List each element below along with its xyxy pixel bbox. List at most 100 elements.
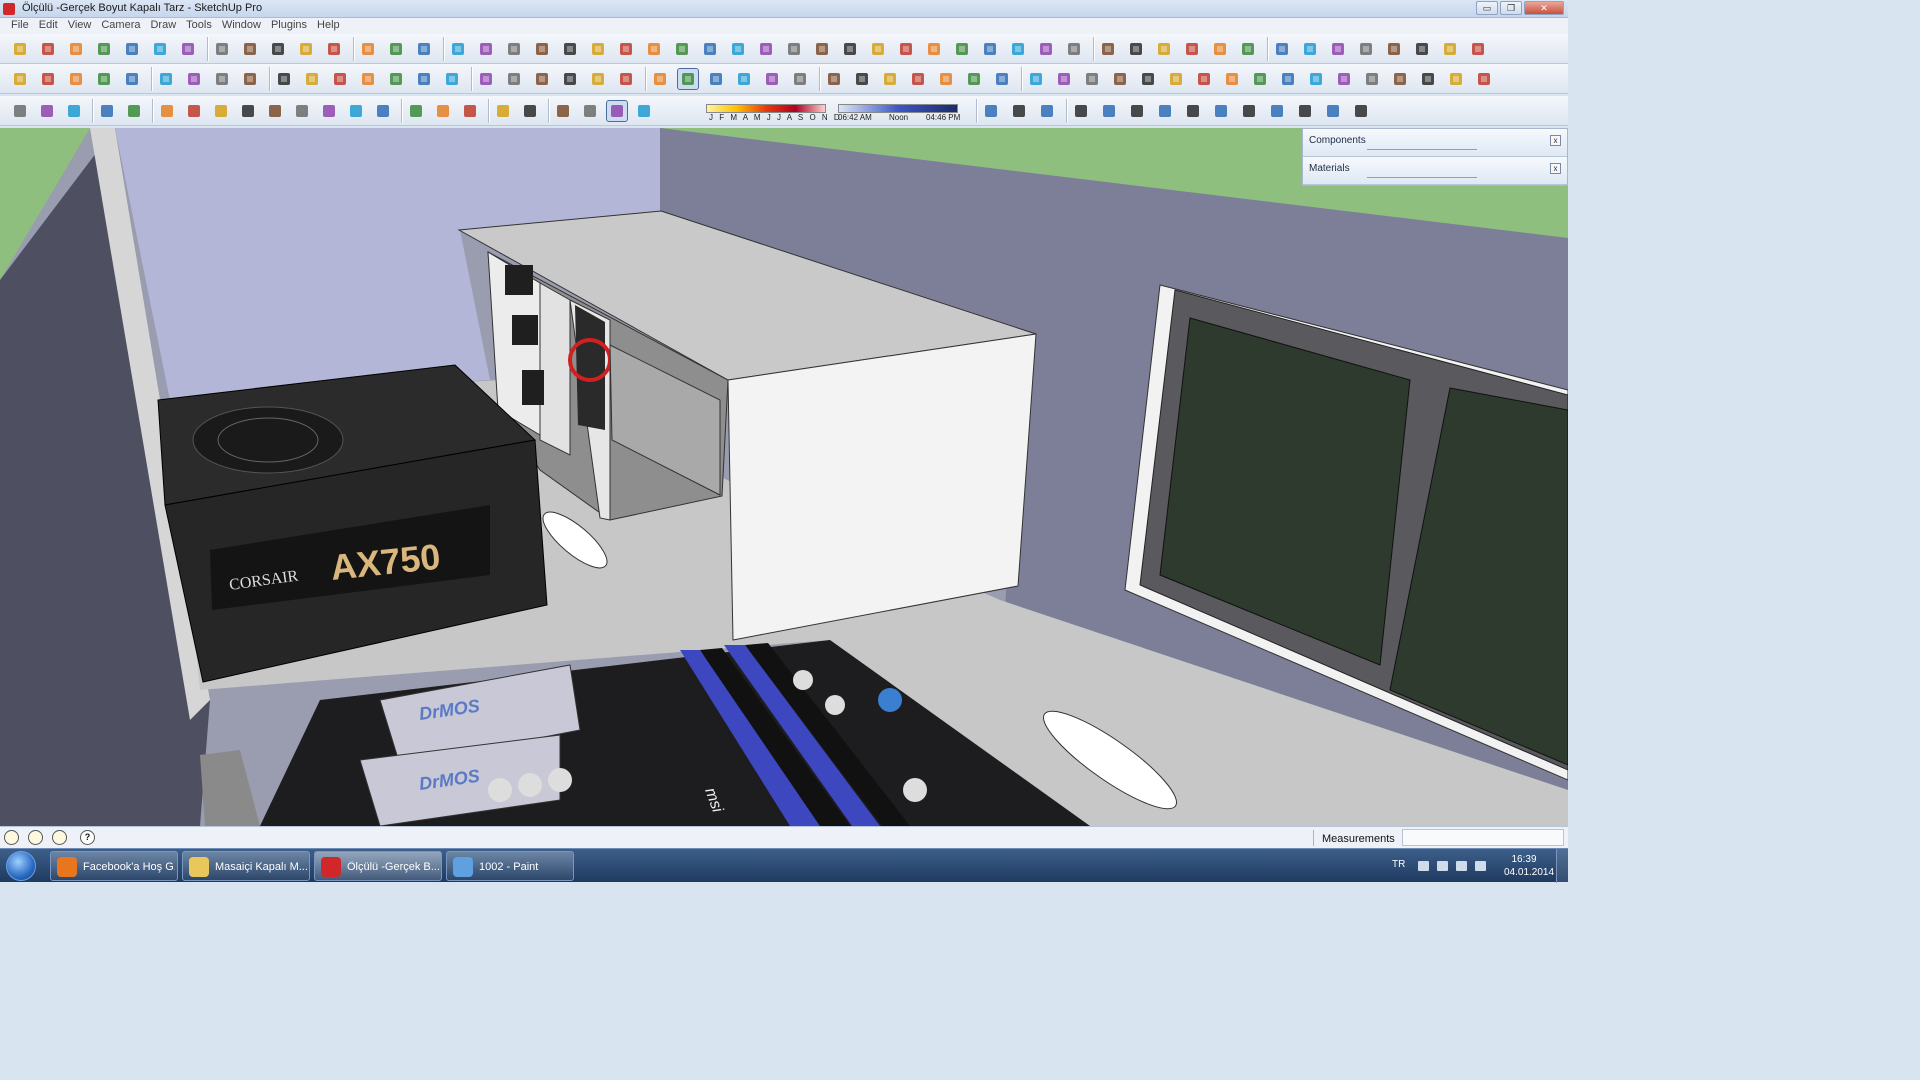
materials-close-button[interactable]: x bbox=[1550, 163, 1561, 174]
toolbar-tool-icon[interactable] bbox=[330, 69, 350, 89]
menu-camera[interactable]: Camera bbox=[96, 18, 145, 34]
toolbar-tool-icon[interactable] bbox=[414, 69, 434, 89]
toolbar-tool-icon[interactable] bbox=[184, 101, 204, 121]
toolbar-tool-icon[interactable] bbox=[1166, 69, 1186, 89]
toolbar-tool-icon[interactable] bbox=[1155, 101, 1175, 121]
language-indicator[interactable]: TR bbox=[1392, 859, 1405, 870]
toolbar-tool-icon[interactable] bbox=[97, 101, 117, 121]
toolbar-tool-icon[interactable] bbox=[1054, 69, 1074, 89]
toolbar-tool-icon[interactable] bbox=[1278, 69, 1298, 89]
toolbar-tool-icon[interactable] bbox=[908, 69, 928, 89]
toolbar-tool-icon[interactable] bbox=[1272, 39, 1292, 59]
toolbar-tool-icon[interactable] bbox=[762, 69, 782, 89]
menu-edit[interactable]: Edit bbox=[34, 18, 63, 34]
toolbar-tool-icon[interactable] bbox=[406, 101, 426, 121]
toolbar-tool-icon[interactable] bbox=[1009, 101, 1029, 121]
toolbar-tool-icon[interactable] bbox=[10, 39, 30, 59]
menu-tools[interactable]: Tools bbox=[181, 18, 217, 34]
menu-plugins[interactable]: Plugins bbox=[266, 18, 312, 34]
toolbar-tool-icon[interactable] bbox=[1211, 101, 1231, 121]
toolbar-tool-icon[interactable] bbox=[292, 101, 312, 121]
toolbar-tool-icon[interactable] bbox=[448, 39, 468, 59]
credits-icon[interactable] bbox=[28, 830, 43, 845]
toolbar-tool-icon[interactable] bbox=[650, 69, 670, 89]
volume-icon[interactable] bbox=[1475, 861, 1486, 871]
toolbar-tool-icon[interactable] bbox=[66, 69, 86, 89]
toolbar-tool-icon[interactable] bbox=[1351, 101, 1371, 121]
toolbar-tool-icon[interactable] bbox=[1306, 69, 1326, 89]
toolbar-tool-icon[interactable] bbox=[37, 101, 57, 121]
toolbar-tool-icon[interactable] bbox=[924, 39, 944, 59]
toolbar-tool-icon[interactable] bbox=[700, 39, 720, 59]
toolbar-tool-icon[interactable] bbox=[634, 101, 654, 121]
toolbar-tool-icon[interactable] bbox=[346, 101, 366, 121]
toolbar-tool-icon[interactable] bbox=[964, 69, 984, 89]
maximize-button[interactable]: ❐ bbox=[1500, 1, 1522, 15]
toolbar-tool-icon[interactable] bbox=[358, 69, 378, 89]
help-icon[interactable]: ? bbox=[80, 830, 95, 845]
toolbar-tool-icon[interactable] bbox=[1328, 39, 1348, 59]
toolbar-tool-icon[interactable] bbox=[268, 39, 288, 59]
minimize-button[interactable]: ▭ bbox=[1476, 1, 1498, 15]
toolbar-tool-icon[interactable] bbox=[852, 69, 872, 89]
toolbar-tool-icon[interactable] bbox=[324, 39, 344, 59]
toolbar-tool-icon[interactable] bbox=[616, 39, 636, 59]
toolbar-tool-icon[interactable] bbox=[1026, 69, 1046, 89]
toolbar-tool-icon[interactable] bbox=[1238, 39, 1258, 59]
toolbar-tool-icon[interactable] bbox=[644, 39, 664, 59]
toolbar-tool-icon[interactable] bbox=[824, 69, 844, 89]
toolbar-tool-icon[interactable] bbox=[1182, 39, 1202, 59]
toolbar-tool-icon[interactable] bbox=[386, 39, 406, 59]
menu-help[interactable]: Help bbox=[312, 18, 345, 34]
toolbar-tool-icon[interactable] bbox=[265, 101, 285, 121]
toolbar-tool-icon[interactable] bbox=[1474, 69, 1494, 89]
toolbar-tool-icon[interactable] bbox=[1412, 39, 1432, 59]
toolbar-tool-icon[interactable] bbox=[1362, 69, 1382, 89]
toolbar-tool-icon[interactable] bbox=[94, 39, 114, 59]
toolbar-tool-icon[interactable] bbox=[476, 69, 496, 89]
toolbar-tool-icon[interactable] bbox=[756, 39, 776, 59]
toolbar-tool-icon[interactable] bbox=[784, 39, 804, 59]
toolbar-tool-icon[interactable] bbox=[150, 39, 170, 59]
show-desktop-button[interactable] bbox=[1556, 849, 1568, 883]
toolbar-tool-icon[interactable] bbox=[1110, 69, 1130, 89]
toolbar-tool-icon[interactable] bbox=[1098, 39, 1118, 59]
close-button[interactable]: ✕ bbox=[1524, 1, 1564, 15]
toolbar-tool-icon[interactable] bbox=[1384, 39, 1404, 59]
toolbar-tool-icon[interactable] bbox=[1210, 39, 1230, 59]
toolbar-tool-icon[interactable] bbox=[460, 101, 480, 121]
toolbar-tool-icon[interactable] bbox=[1250, 69, 1270, 89]
toolbar-tool-icon[interactable] bbox=[560, 39, 580, 59]
toolbar-tool-icon[interactable] bbox=[240, 69, 260, 89]
geo-location-icon[interactable] bbox=[4, 830, 19, 845]
toolbar-tool-icon[interactable] bbox=[358, 39, 378, 59]
toolbar-tool-icon[interactable] bbox=[124, 101, 144, 121]
toolbar-tool-icon[interactable] bbox=[296, 39, 316, 59]
toolbar-tool-icon[interactable] bbox=[1008, 39, 1028, 59]
toolbar-tool-icon[interactable] bbox=[1036, 39, 1056, 59]
toolbar-tool-icon[interactable] bbox=[476, 39, 496, 59]
shadow-time-slider[interactable] bbox=[838, 104, 958, 113]
toolbar-tool-icon[interactable] bbox=[1267, 101, 1287, 121]
toolbar-tool-icon[interactable] bbox=[1154, 39, 1174, 59]
toolbar-tool-icon[interactable] bbox=[1099, 101, 1119, 121]
toolbar-tool-icon[interactable] bbox=[211, 101, 231, 121]
measurements-input[interactable] bbox=[1402, 829, 1564, 846]
toolbar-tool-icon[interactable] bbox=[433, 101, 453, 121]
task-paint[interactable]: 1002 - Paint bbox=[446, 851, 574, 881]
shadow-date-slider[interactable] bbox=[706, 104, 826, 113]
components-close-button[interactable]: x bbox=[1550, 135, 1561, 146]
toolbar-tool-icon[interactable] bbox=[66, 39, 86, 59]
menu-draw[interactable]: Draw bbox=[145, 18, 181, 34]
toolbar-tool-icon[interactable] bbox=[1334, 69, 1354, 89]
toolbar-tool-icon[interactable] bbox=[1138, 69, 1158, 89]
toolbar-tool-icon[interactable] bbox=[840, 39, 860, 59]
menu-file[interactable]: File bbox=[6, 18, 34, 34]
toolbar-tool-icon[interactable] bbox=[386, 69, 406, 89]
toolbar-tool-icon[interactable] bbox=[1295, 101, 1315, 121]
toolbar-tool-icon[interactable] bbox=[1468, 39, 1488, 59]
toolbar-tool-icon[interactable] bbox=[1222, 69, 1242, 89]
menu-view[interactable]: View bbox=[63, 18, 97, 34]
toolbar-tool-icon[interactable] bbox=[553, 101, 573, 121]
toolbar-tool-icon[interactable] bbox=[790, 69, 810, 89]
